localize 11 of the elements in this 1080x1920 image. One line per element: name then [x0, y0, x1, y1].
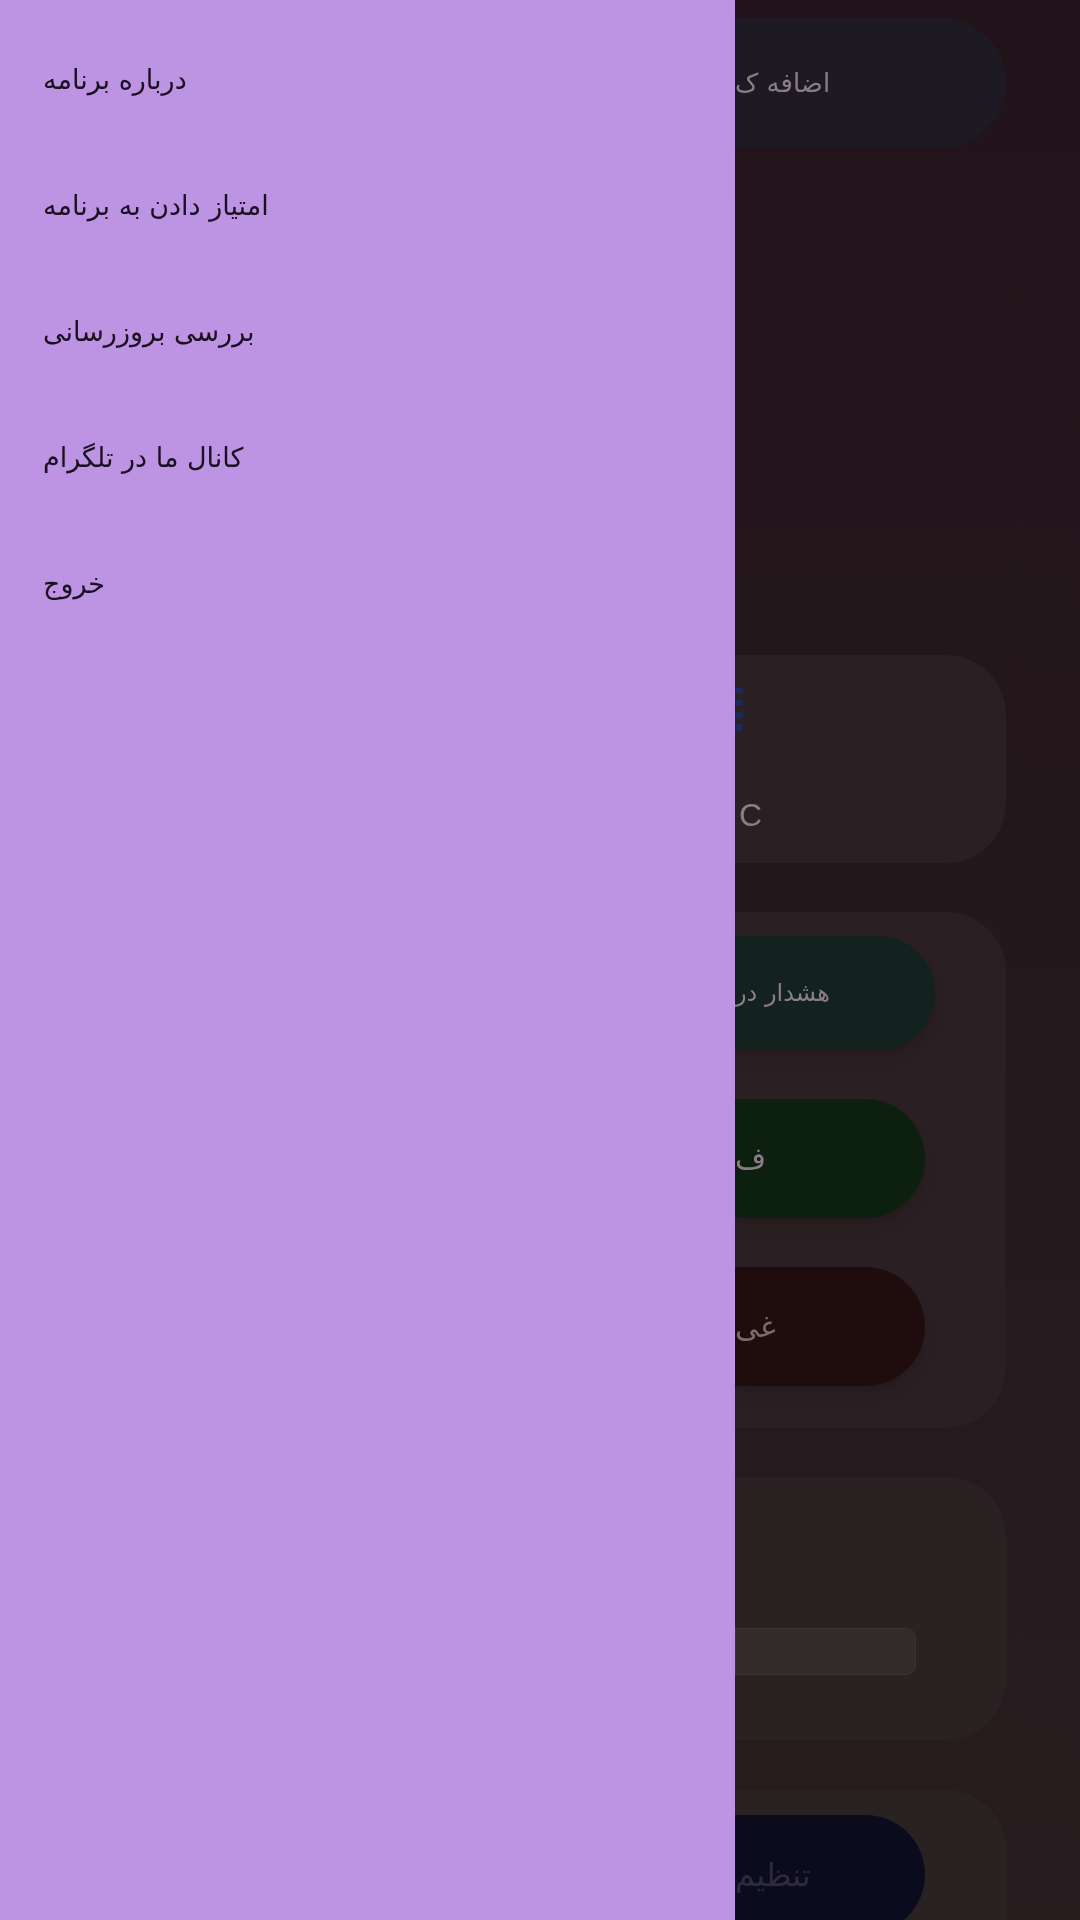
- status-text: C: [739, 799, 763, 831]
- drawer-menu-item[interactable]: کانال ما در تلگرام: [43, 430, 244, 486]
- drawer-menu-item[interactable]: امتیاز دادن به برنامه: [43, 178, 269, 234]
- action-button[interactable]: ف: [735, 1099, 925, 1218]
- action-button[interactable]: غی: [735, 1267, 925, 1386]
- drawer-menu-item[interactable]: درباره برنامه: [43, 52, 187, 108]
- drawer-menu-item[interactable]: بررسی بروزرسانی: [43, 304, 255, 360]
- drawer-menu-item[interactable]: خروج: [43, 556, 106, 612]
- dots-icon: [735, 687, 745, 731]
- add-button[interactable]: اضافه ک: [735, 18, 1006, 148]
- input-field[interactable]: [735, 1628, 916, 1675]
